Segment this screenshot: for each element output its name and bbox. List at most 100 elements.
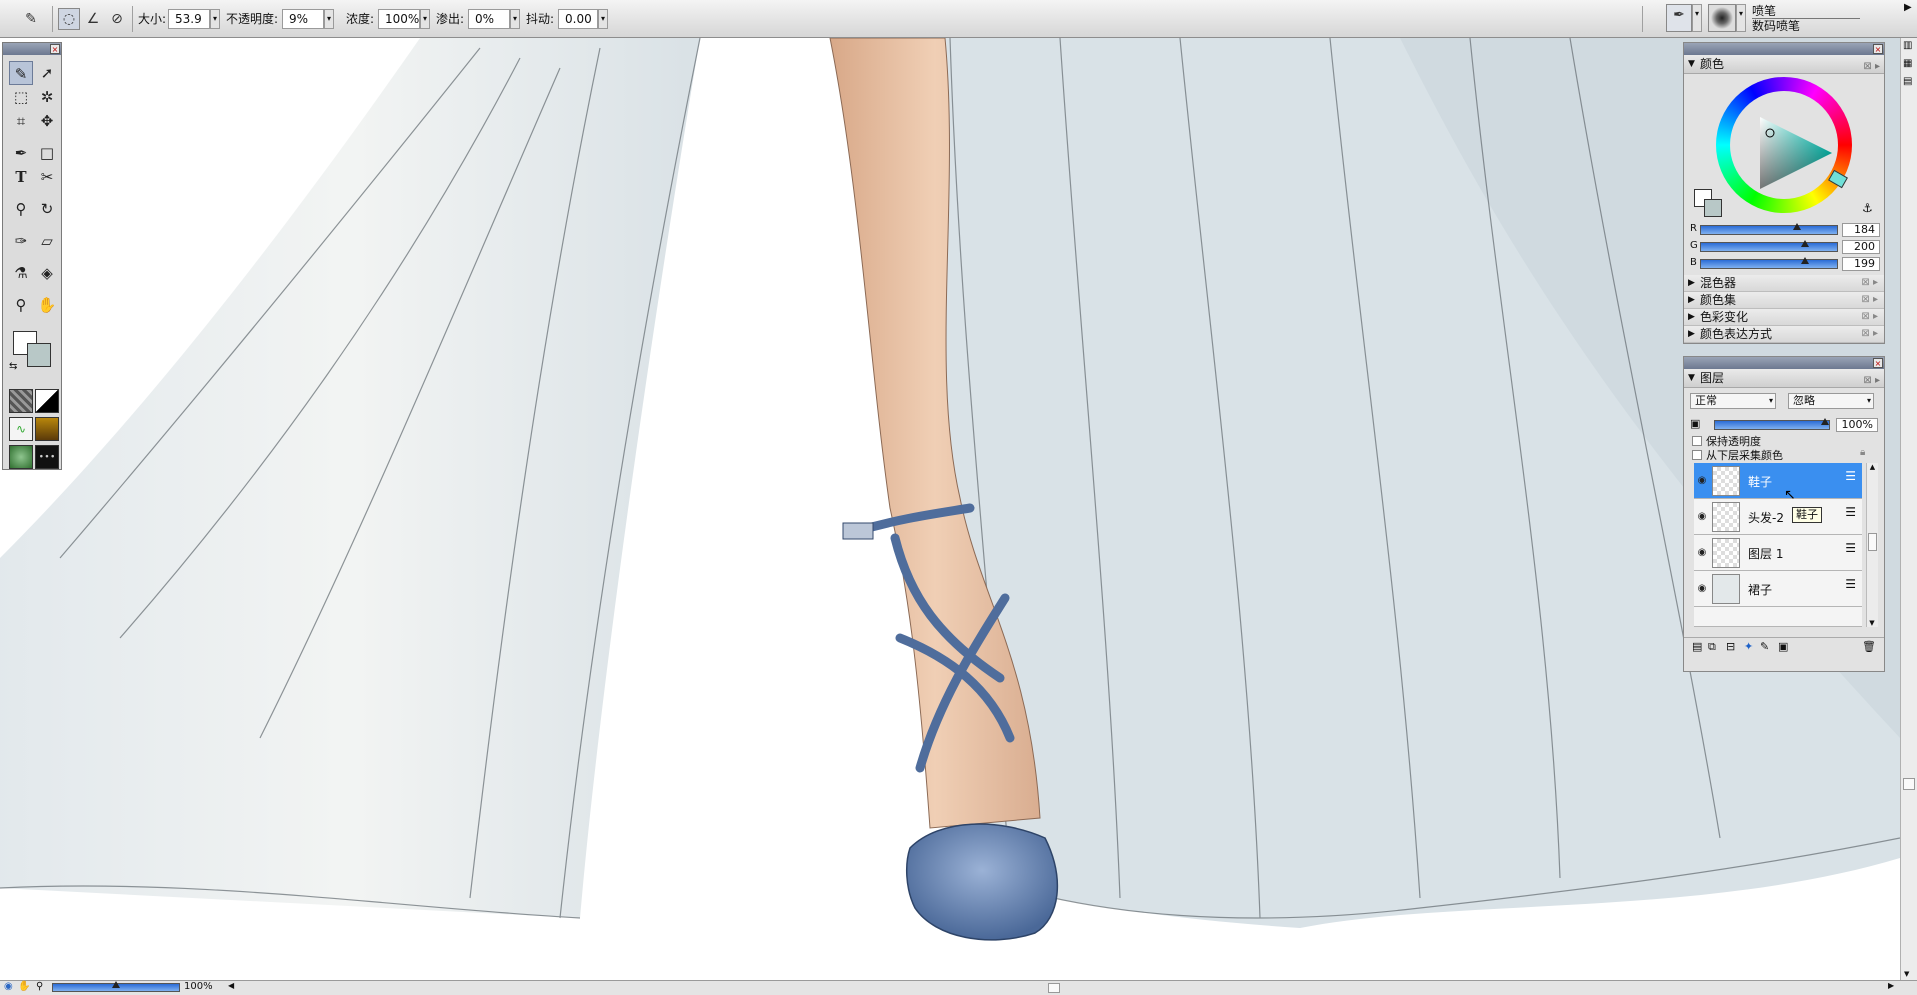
canvas-vertical-scrollbar[interactable]: ▥ ▦ ▤ ▼ bbox=[1900, 38, 1917, 980]
collapse-triangle-icon[interactable]: ▼ bbox=[1688, 369, 1695, 387]
opacity-field[interactable]: 9% bbox=[282, 9, 324, 29]
layer-row[interactable]: ◉ 图层 1 ☰ bbox=[1694, 535, 1862, 571]
scissors-icon[interactable]: ✂ bbox=[35, 165, 59, 189]
panel-dock-icon[interactable]: ▥ bbox=[1903, 40, 1912, 51]
slider-knob-icon[interactable] bbox=[1793, 223, 1802, 230]
scroll-thumb[interactable] bbox=[1903, 778, 1915, 790]
color-section-header[interactable]: ▼ 颜色 ⊠ ▸ bbox=[1684, 55, 1884, 74]
b-value-field[interactable]: 199 bbox=[1842, 257, 1880, 271]
panel-menu-icon[interactable]: ⊠ ▸ bbox=[1863, 372, 1880, 390]
dynamic-plugins-icon[interactable]: ✦ bbox=[1744, 640, 1753, 653]
text-icon[interactable]: T bbox=[9, 165, 33, 189]
close-icon[interactable]: × bbox=[1873, 44, 1883, 54]
brush-category-icon[interactable]: ✒ bbox=[1666, 4, 1692, 32]
crop-icon[interactable]: ⌗ bbox=[9, 109, 33, 133]
magnifier-icon[interactable]: ⚲ bbox=[36, 981, 43, 992]
weaving-selector-icon[interactable] bbox=[35, 417, 59, 441]
freehand-stroke-icon[interactable]: ◌ bbox=[58, 8, 80, 30]
expand-triangle-icon[interactable]: ▶ bbox=[1688, 309, 1695, 325]
scroll-up-icon[interactable]: ▲ bbox=[1867, 463, 1878, 471]
magnifier-icon[interactable]: ⚲ bbox=[9, 293, 33, 317]
layer-opacity-slider[interactable] bbox=[1714, 418, 1830, 430]
straight-line-icon[interactable]: ∠ bbox=[82, 8, 104, 30]
selection-adjuster-icon[interactable]: ✥ bbox=[35, 109, 59, 133]
scroll-down-icon[interactable]: ▼ bbox=[1904, 970, 1909, 978]
brush-tool-icon[interactable]: ✎ bbox=[20, 8, 42, 30]
color-expression-section[interactable]: ▶ 颜色表达方式 ⊠ ▸ bbox=[1684, 326, 1884, 343]
layer-row[interactable]: ◉ 裙子 ☰ bbox=[1694, 571, 1862, 607]
close-icon[interactable]: × bbox=[50, 44, 60, 54]
density-dropdown-icon[interactable]: ▾ bbox=[420, 9, 430, 29]
swap-colors-icon[interactable]: ⇆ bbox=[9, 361, 17, 372]
composite-depth-select[interactable]: 忽略 ▾ bbox=[1788, 393, 1874, 409]
new-layer-icon[interactable]: ▣ bbox=[1778, 640, 1788, 653]
slider-knob-icon[interactable] bbox=[112, 981, 120, 988]
saturation-value-triangle[interactable] bbox=[1756, 113, 1836, 193]
close-icon[interactable]: × bbox=[1873, 358, 1883, 368]
g-value-field[interactable]: 200 bbox=[1842, 240, 1880, 254]
eye-icon[interactable]: ◉ bbox=[1696, 475, 1708, 487]
eraser-icon[interactable]: ▱ bbox=[35, 229, 59, 253]
layer-mask-icon[interactable]: ✎ bbox=[1760, 640, 1769, 653]
layer-opacity-field[interactable]: 100% bbox=[1836, 418, 1878, 432]
bleed-field[interactable]: 0% bbox=[468, 9, 510, 29]
layer-adjuster-icon[interactable]: ➚ bbox=[35, 61, 59, 85]
scroll-thumb[interactable] bbox=[1868, 533, 1877, 551]
layer-row[interactable]: ◉ 鞋子 ☰ bbox=[1694, 463, 1862, 499]
panel-menu-icon[interactable]: ⊠ ▸ bbox=[1861, 275, 1878, 291]
layers-panel-titlebar[interactable]: × bbox=[1684, 357, 1884, 369]
panel-menu-icon[interactable]: ⊠ ▸ bbox=[1861, 309, 1878, 325]
additional-color-swatch[interactable] bbox=[1704, 199, 1722, 217]
brush-variant-name[interactable]: 数码喷笔 bbox=[1752, 19, 1800, 33]
bleed-dropdown-icon[interactable]: ▾ bbox=[510, 9, 520, 29]
density-field[interactable]: 100% bbox=[378, 9, 420, 29]
dropper-clone-icon[interactable]: ⚲ bbox=[9, 197, 33, 221]
size-dropdown-icon[interactable]: ▾ bbox=[210, 9, 220, 29]
layer-properties-icon[interactable]: ▤ bbox=[1692, 640, 1702, 653]
mixer-section[interactable]: ▶ 混色器 ⊠ ▸ bbox=[1684, 275, 1884, 292]
slider-knob-icon[interactable] bbox=[1801, 240, 1810, 247]
jitter-dropdown-icon[interactable]: ▾ bbox=[598, 9, 608, 29]
collapse-triangle-icon[interactable]: ▼ bbox=[1688, 55, 1695, 73]
rotate-page-icon[interactable]: ↻ bbox=[35, 197, 59, 221]
g-slider[interactable] bbox=[1700, 240, 1838, 252]
brush-variant-dropdown-icon[interactable]: ▾ bbox=[1736, 4, 1746, 32]
group-layers-icon[interactable]: ⊟ bbox=[1726, 640, 1735, 653]
delete-layer-icon[interactable]: 🗑︎ bbox=[1862, 640, 1876, 653]
look-selector-icon[interactable]: ∙∙∙ bbox=[35, 445, 59, 469]
scroll-right-icon[interactable]: ▶ bbox=[1888, 981, 1894, 990]
jitter-field[interactable]: 0.00 bbox=[558, 9, 598, 29]
eye-icon[interactable]: ◉ bbox=[1696, 511, 1708, 523]
horizontal-scroll-thumb[interactable] bbox=[1048, 983, 1060, 993]
pattern-selector-icon[interactable]: ∿ bbox=[9, 417, 33, 441]
r-slider[interactable] bbox=[1700, 223, 1838, 235]
preserve-transparency-checkbox[interactable] bbox=[1692, 436, 1702, 446]
panel-menu-icon[interactable]: ⊠ ▸ bbox=[1863, 58, 1880, 76]
brush-variant-preview-icon[interactable] bbox=[1708, 4, 1736, 32]
cloner-icon[interactable]: ✑ bbox=[9, 229, 33, 253]
merge-layers-icon[interactable]: ⧉ bbox=[1708, 640, 1716, 654]
zoom-slider[interactable] bbox=[52, 981, 180, 992]
eye-icon[interactable]: ◉ bbox=[1696, 547, 1708, 559]
expand-triangle-icon[interactable]: ▶ bbox=[1688, 275, 1695, 291]
brush-icon[interactable]: ✎ bbox=[9, 61, 33, 85]
eye-icon[interactable]: ◉ bbox=[1696, 583, 1708, 595]
layer-list-scrollbar[interactable]: ▲ ▼ bbox=[1866, 463, 1878, 627]
layer-row[interactable]: ◉ 头发-2 ☰ bbox=[1694, 499, 1862, 535]
brush-category-name[interactable]: 喷笔 bbox=[1752, 4, 1860, 19]
opacity-dropdown-icon[interactable]: ▾ bbox=[324, 9, 334, 29]
globe-icon[interactable]: ◉ bbox=[4, 981, 13, 992]
pick-up-color-checkbox[interactable] bbox=[1692, 450, 1702, 460]
scroll-left-icon[interactable]: ◀ bbox=[228, 981, 234, 990]
panel-dock-icon[interactable]: ▤ bbox=[1903, 76, 1912, 87]
panel-dock-icon[interactable]: ▦ bbox=[1903, 58, 1912, 69]
panel-menu-icon[interactable]: ⊠ ▸ bbox=[1861, 292, 1878, 308]
scroll-down-icon[interactable]: ▼ bbox=[1867, 619, 1877, 627]
reset-tool-icon[interactable]: ⊘ bbox=[106, 8, 128, 30]
grabber-hand-icon[interactable]: ✋ bbox=[35, 293, 59, 317]
size-field[interactable]: 53.9 bbox=[168, 9, 210, 29]
paper-selector-icon[interactable] bbox=[9, 389, 33, 413]
panel-menu-icon[interactable]: ⊠ ▸ bbox=[1861, 326, 1878, 342]
magic-wand-icon[interactable]: ✲ bbox=[35, 85, 59, 109]
nozzle-selector-icon[interactable] bbox=[9, 445, 33, 469]
